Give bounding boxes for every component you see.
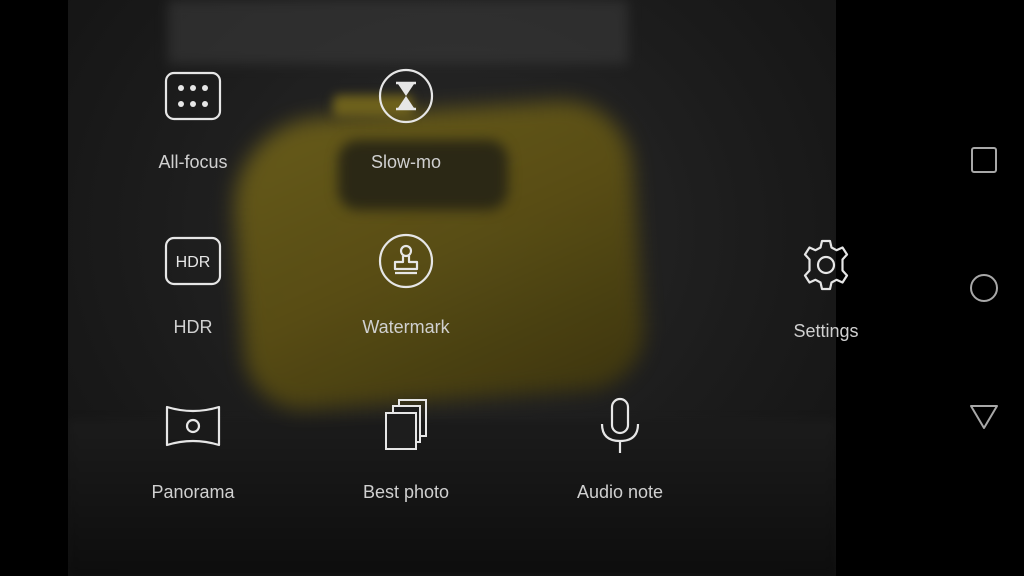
navigation-bar [944,0,1024,576]
back-triangle-icon[interactable] [966,398,1002,434]
mode-label: HDR [173,317,213,337]
settings-label: Settings [793,321,859,341]
hdr-icon: HDR [164,236,222,286]
stacked-photos-icon [385,399,427,450]
mode-label: Panorama [151,482,235,502]
hourglass-icon [378,68,434,124]
mode-best-photo[interactable]: Best photo [326,396,486,503]
mode-watermark[interactable]: Watermark [326,231,486,338]
mode-slow-mo[interactable]: Slow-mo [326,66,486,173]
grid-dots-icon [164,71,222,121]
microphone-icon [600,397,640,453]
mode-label: All-focus [158,152,228,172]
hdr-icon-text: HDR [176,254,211,271]
mode-label: Slow-mo [370,152,441,172]
mode-panorama[interactable]: Panorama [113,396,273,503]
home-circle-icon[interactable] [966,270,1002,306]
mode-audio-note[interactable]: Audio note [540,396,700,503]
settings-button[interactable]: Settings [746,235,906,342]
recents-square-icon[interactable] [966,142,1002,178]
mode-hdr[interactable]: HDR HDR [113,231,273,338]
mode-label: Best photo [362,482,450,502]
gear-icon [803,239,849,291]
preview-background-monitor [168,0,628,64]
panorama-icon [165,405,221,447]
mode-all-focus[interactable]: All-focus [113,66,273,173]
mode-label: Audio note [576,482,664,502]
stamp-icon [378,233,434,289]
mode-label: Watermark [362,317,450,337]
